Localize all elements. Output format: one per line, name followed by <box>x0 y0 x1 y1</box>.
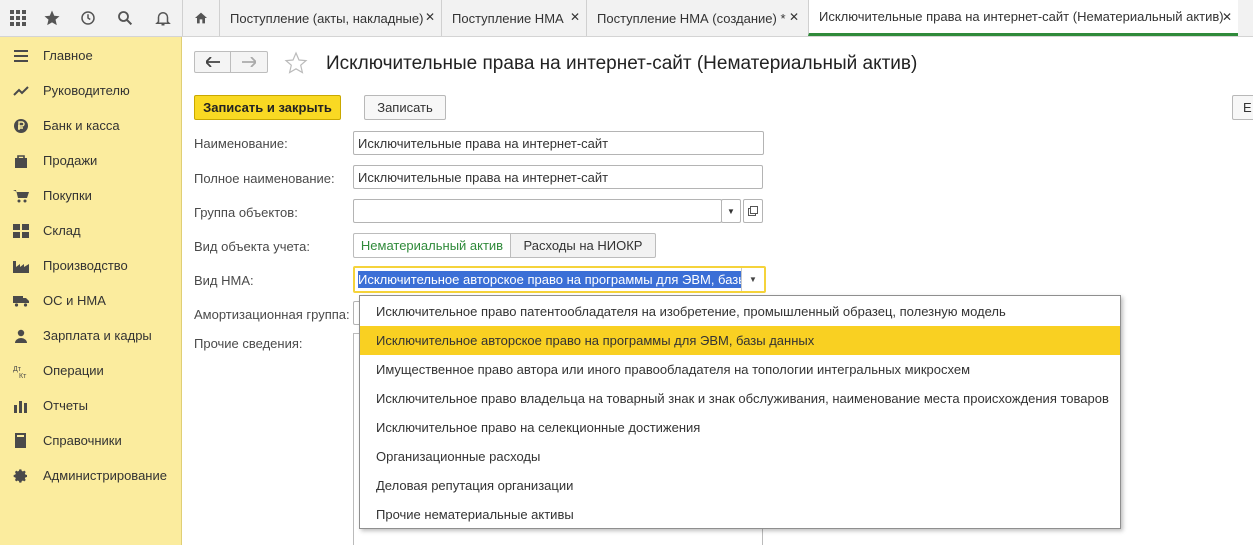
save-button[interactable]: Записать <box>364 95 446 120</box>
sidebar-item-reports[interactable]: Отчеты <box>0 388 181 423</box>
close-icon[interactable]: ✕ <box>789 10 799 24</box>
menu-icon <box>12 47 30 65</box>
bell-icon[interactable] <box>145 0 181 36</box>
trend-icon <box>12 82 30 100</box>
sidebar-item-label: Зарплата и кадры <box>43 328 152 343</box>
sidebar-item-label: Склад <box>43 223 81 238</box>
nma-type-selected-text: Исключительное авторское право на програ… <box>358 271 742 288</box>
top-bar: Поступление (акты, накладные) ✕ Поступле… <box>0 0 1253 37</box>
close-icon[interactable]: ✕ <box>570 10 580 24</box>
list-item[interactable]: Исключительное право на селекционные дос… <box>360 413 1120 442</box>
list-item[interactable]: Исключительное право патентообладателя н… <box>360 297 1120 326</box>
sidebar-item-label: Руководителю <box>43 83 130 98</box>
fullname-input[interactable]: Исключительные права на интернет-сайт <box>353 165 763 189</box>
warehouse-icon <box>12 222 30 240</box>
back-button[interactable] <box>194 51 231 73</box>
sidebar-item-label: ОС и НМА <box>43 293 106 308</box>
book-icon <box>12 432 30 450</box>
open-icon[interactable] <box>743 199 763 223</box>
tab-label: Поступление (акты, накладные) <box>230 10 424 26</box>
apps-grid-icon[interactable] <box>0 0 36 36</box>
amort-group-label: Амортизационная группа: <box>194 307 350 322</box>
nma-type-select[interactable]: Исключительное авторское право на програ… <box>353 266 766 293</box>
tab-label: Поступление НМА (создание) * <box>597 10 786 26</box>
sidebar-item-main[interactable]: Главное <box>0 38 181 73</box>
more-button[interactable]: Е <box>1232 95 1253 120</box>
accounting-type-label: Вид объекта учета: <box>194 239 310 254</box>
tab-receipt-nma-create[interactable]: Поступление НМА (создание) * ✕ <box>586 0 805 36</box>
bag-icon <box>12 152 30 170</box>
name-label: Наименование: <box>194 136 288 151</box>
forward-button[interactable] <box>230 51 268 73</box>
bar-chart-icon <box>12 397 30 415</box>
segment-intangible-asset[interactable]: Нематериальный актив <box>353 233 511 258</box>
person-icon <box>12 327 30 345</box>
sidebar-item-label: Справочники <box>43 433 122 448</box>
page-title: Исключительные права на интернет-сайт (Н… <box>326 53 918 74</box>
group-input[interactable] <box>353 199 722 223</box>
sidebar-item-director[interactable]: Руководителю <box>0 73 181 108</box>
sidebar-item-label: Администрирование <box>43 468 167 483</box>
sidebar-item-sales[interactable]: Продажи <box>0 143 181 178</box>
save-and-close-button[interactable]: Записать и закрыть <box>194 95 341 120</box>
sidebar-item-label: Покупки <box>43 188 92 203</box>
sidebar-item-label: Производство <box>43 258 128 273</box>
close-icon[interactable]: ✕ <box>425 10 435 24</box>
list-item-selected[interactable]: Исключительное авторское право на програ… <box>360 326 1120 355</box>
search-icon[interactable] <box>107 0 143 36</box>
tab-receipt-acts[interactable]: Поступление (акты, накладные) ✕ <box>219 0 441 36</box>
nma-type-dropdown: Исключительное право патентообладателя н… <box>359 295 1121 529</box>
list-item[interactable]: Деловая репутация организации <box>360 471 1120 500</box>
close-icon[interactable]: ✕ <box>1222 10 1232 24</box>
home-icon[interactable] <box>182 0 219 36</box>
nma-type-label: Вид НМА: <box>194 273 254 288</box>
sidebar: Главное Руководителю Банк и касса Продаж… <box>0 37 182 545</box>
sidebar-item-label: Главное <box>43 48 93 63</box>
group-dropdown-button[interactable]: ▼ <box>721 199 741 223</box>
tab-intangible-asset[interactable]: Исключительные права на интернет-сайт (Н… <box>808 0 1238 36</box>
sidebar-item-warehouse[interactable]: Склад <box>0 213 181 248</box>
sidebar-item-label: Отчеты <box>43 398 88 413</box>
tab-label: Исключительные права на интернет-сайт (Н… <box>819 9 1224 24</box>
sidebar-item-admin[interactable]: Администрирование <box>0 458 181 493</box>
sidebar-item-label: Операции <box>43 363 104 378</box>
sidebar-item-label: Продажи <box>43 153 98 168</box>
tab-label: Поступление НМА <box>452 10 564 26</box>
other-label: Прочие сведения: <box>194 336 303 351</box>
list-item[interactable]: Прочие нематериальные активы <box>360 500 1120 529</box>
sidebar-item-directories[interactable]: Справочники <box>0 423 181 458</box>
list-item[interactable]: Организационные расходы <box>360 442 1120 471</box>
fullname-label: Полное наименование: <box>194 171 335 186</box>
tab-receipt-nma[interactable]: Поступление НМА ✕ <box>441 0 586 36</box>
sidebar-item-bank[interactable]: Банк и касса <box>0 108 181 143</box>
list-item[interactable]: Имущественное право автора или иного пра… <box>360 355 1120 384</box>
cart-icon <box>12 187 30 205</box>
ruble-icon <box>12 117 30 135</box>
svg-text:Кт: Кт <box>19 373 27 378</box>
star-icon[interactable] <box>34 0 70 36</box>
main-form: Исключительные права на интернет-сайт (Н… <box>182 37 1253 545</box>
sidebar-item-label: Банк и касса <box>43 118 120 133</box>
list-item[interactable]: Исключительное право владельца на товарн… <box>360 384 1120 413</box>
factory-icon <box>12 257 30 275</box>
sidebar-item-operations[interactable]: Дт Кт Операции <box>0 353 181 388</box>
segment-rnd-expenses[interactable]: Расходы на НИОКР <box>510 233 656 258</box>
svg-text:Дт: Дт <box>13 366 22 373</box>
gear-icon <box>12 467 30 485</box>
chevron-down-icon[interactable]: ▼ <box>741 268 764 291</box>
truck-icon <box>12 292 30 310</box>
sidebar-item-assets[interactable]: ОС и НМА <box>0 283 181 318</box>
favorite-star-icon[interactable] <box>284 51 308 78</box>
sidebar-item-salary[interactable]: Зарплата и кадры <box>0 318 181 353</box>
sidebar-item-production[interactable]: Производство <box>0 248 181 283</box>
history-icon[interactable] <box>70 0 106 36</box>
sidebar-item-purchases[interactable]: Покупки <box>0 178 181 213</box>
name-input[interactable]: Исключительные права на интернет-сайт <box>353 131 764 155</box>
dt-kt-icon: Дт Кт <box>12 362 30 380</box>
group-label: Группа объектов: <box>194 205 298 220</box>
